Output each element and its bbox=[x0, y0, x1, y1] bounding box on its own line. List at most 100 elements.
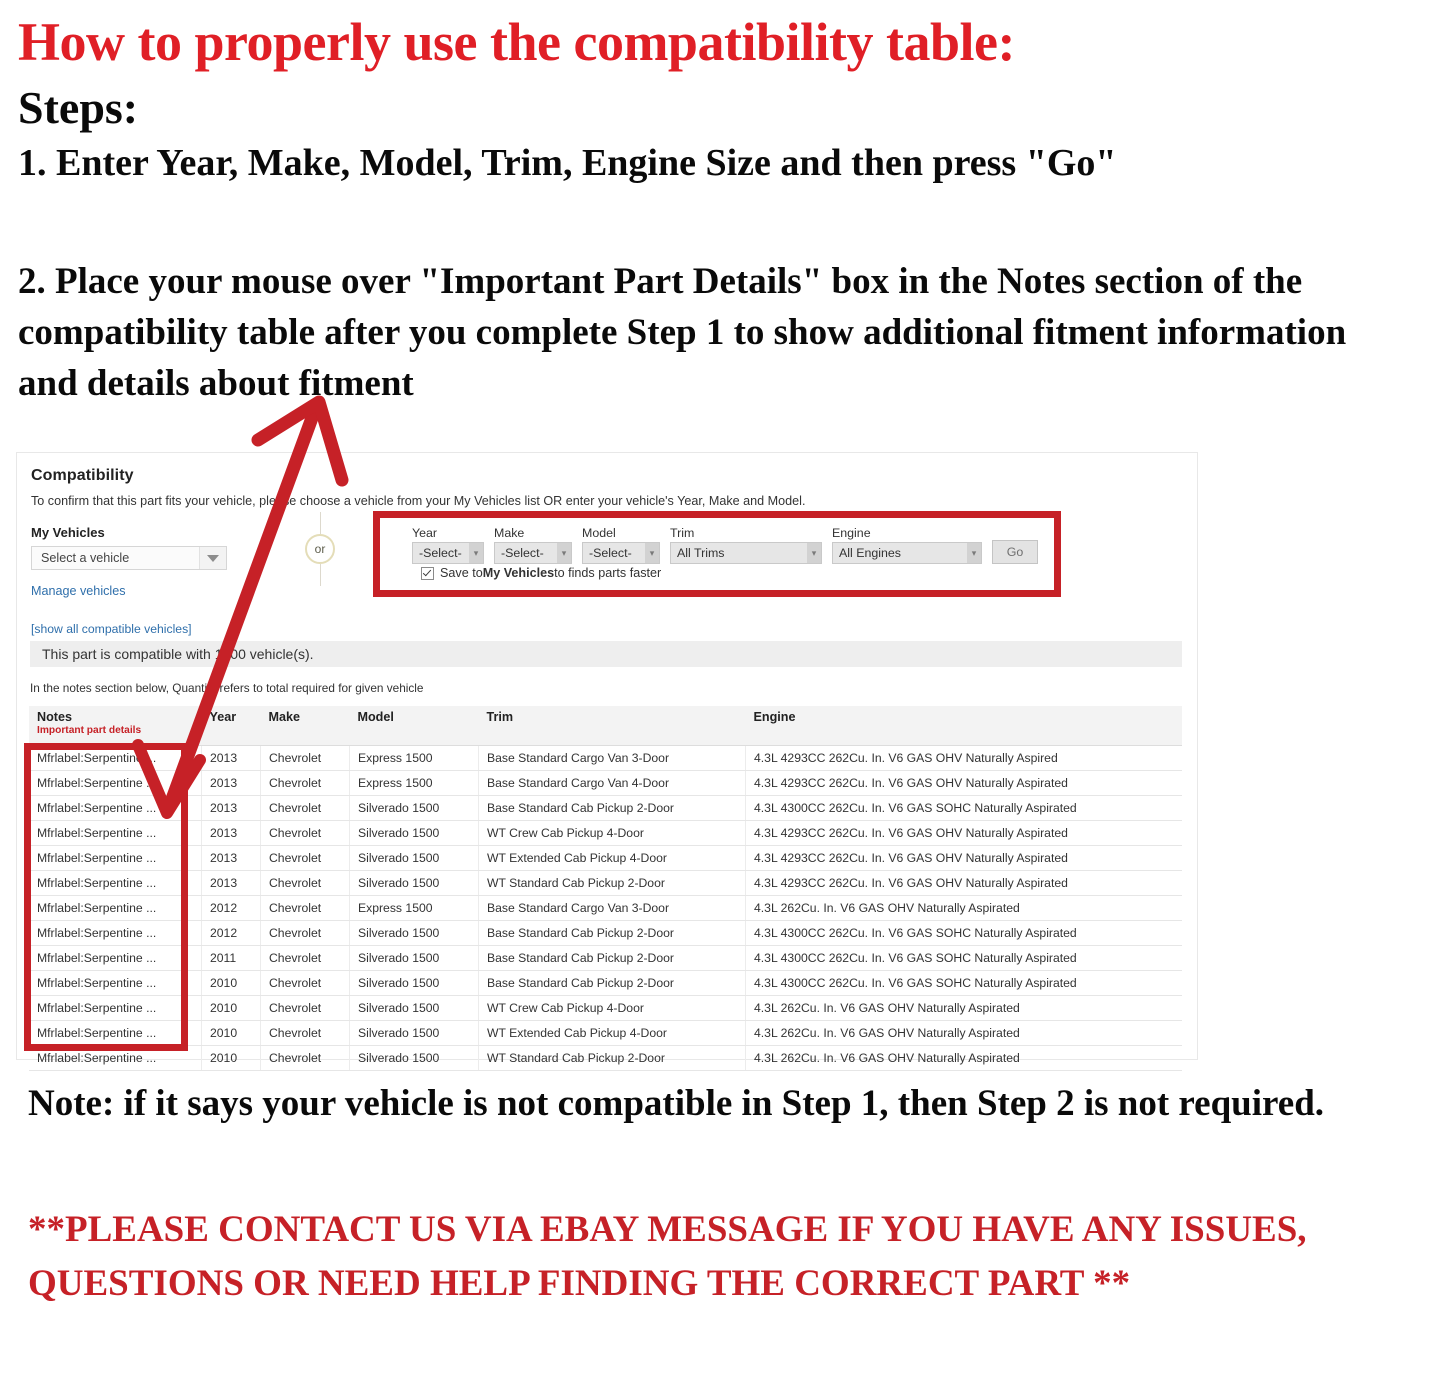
cell-trim: Base Standard Cargo Van 3-Door bbox=[478, 895, 746, 921]
table-row: Mfrlabel:Serpentine ... 2013 Chevrolet Silv… bbox=[29, 870, 1182, 896]
table-row: Mfrlabel:Serpentine ... 2011 Chevrolet Silv… bbox=[29, 945, 1182, 971]
cell-notes[interactable]: Mfrlabel:Serpentine ... bbox=[29, 745, 202, 771]
or-divider-label: or bbox=[305, 534, 335, 564]
engine-select[interactable]: All Engines ▾ bbox=[832, 542, 982, 564]
table-row: Mfrlabel:Serpentine ... 2010 Chevrolet Silv… bbox=[29, 1045, 1182, 1071]
column-header-trim: Trim bbox=[478, 706, 746, 746]
cell-year: 2010 bbox=[201, 970, 261, 996]
cell-notes[interactable]: Mfrlabel:Serpentine ... bbox=[29, 970, 202, 996]
cell-model: Silverado 1500 bbox=[349, 995, 479, 1021]
cell-trim: Base Standard Cab Pickup 2-Door bbox=[478, 970, 746, 996]
cell-year: 2010 bbox=[201, 995, 261, 1021]
cell-model: Silverado 1500 bbox=[349, 945, 479, 971]
instructions-header: How to properly use the compatibility ta… bbox=[18, 12, 1418, 184]
column-header-engine: Engine bbox=[745, 706, 1182, 746]
cell-notes[interactable]: Mfrlabel:Serpentine ... bbox=[29, 945, 202, 971]
table-row: Mfrlabel:Serpentine ... 2010 Chevrolet Silv… bbox=[29, 970, 1182, 996]
go-button[interactable]: Go bbox=[992, 540, 1038, 564]
cell-make: Chevrolet bbox=[260, 745, 350, 771]
cell-notes[interactable]: Mfrlabel:Serpentine ... bbox=[29, 895, 202, 921]
cell-make: Chevrolet bbox=[260, 820, 350, 846]
compatibility-count-banner: This part is compatible with 1000 vehicl… bbox=[30, 641, 1182, 667]
cell-year: 2013 bbox=[201, 745, 261, 771]
cell-notes[interactable]: Mfrlabel:Serpentine ... bbox=[29, 1045, 202, 1071]
page-title: How to properly use the compatibility ta… bbox=[18, 12, 1015, 72]
trim-field: Trim All Trims ▾ bbox=[670, 526, 822, 564]
compatibility-subtitle: To confirm that this part fits your vehi… bbox=[31, 494, 806, 508]
compatibility-heading: Compatibility bbox=[31, 467, 134, 484]
column-header-make: Make bbox=[260, 706, 350, 746]
cell-make: Chevrolet bbox=[260, 770, 350, 796]
table-row: Mfrlabel:Serpentine ... 2013 Chevrolet Silv… bbox=[29, 845, 1182, 871]
table-row: Mfrlabel:Serpentine ... 2012 Chevrolet Silv… bbox=[29, 920, 1182, 946]
cell-notes[interactable]: Mfrlabel:Serpentine ... bbox=[29, 845, 202, 871]
cell-make: Chevrolet bbox=[260, 995, 350, 1021]
show-all-compatible-vehicles-link[interactable]: [show all compatible vehicles] bbox=[31, 622, 1197, 636]
cell-notes[interactable]: Mfrlabel:Serpentine ... bbox=[29, 820, 202, 846]
cell-model: Silverado 1500 bbox=[349, 820, 479, 846]
cell-make: Chevrolet bbox=[260, 870, 350, 896]
cell-trim: Base Standard Cab Pickup 2-Door bbox=[478, 920, 746, 946]
cell-model: Express 1500 bbox=[349, 770, 479, 796]
cell-notes[interactable]: Mfrlabel:Serpentine ... bbox=[29, 770, 202, 796]
cell-model: Silverado 1500 bbox=[349, 1020, 479, 1046]
cell-trim: Base Standard Cargo Van 3-Door bbox=[478, 745, 746, 771]
cell-year: 2012 bbox=[201, 895, 261, 921]
cell-make: Chevrolet bbox=[260, 1045, 350, 1071]
cell-notes[interactable]: Mfrlabel:Serpentine ... bbox=[29, 795, 202, 821]
compatibility-table: Notes Important part details Year Make M… bbox=[29, 706, 1182, 1071]
cell-engine: 4.3L 262Cu. In. V6 GAS OHV Naturally Asp… bbox=[745, 895, 1182, 921]
year-select[interactable]: -Select- ▾ bbox=[412, 542, 484, 564]
cell-model: Express 1500 bbox=[349, 895, 479, 921]
make-select[interactable]: -Select- ▾ bbox=[494, 542, 572, 564]
cell-notes[interactable]: Mfrlabel:Serpentine ... bbox=[29, 870, 202, 896]
cell-year: 2010 bbox=[201, 1020, 261, 1046]
step-2-text: 2. Place your mouse over "Important Part… bbox=[18, 261, 1347, 405]
cell-make: Chevrolet bbox=[260, 970, 350, 996]
cell-year: 2011 bbox=[201, 945, 261, 971]
cell-year: 2012 bbox=[201, 920, 261, 946]
vehicle-select-dropdown[interactable]: Select a vehicle bbox=[31, 546, 227, 570]
cell-notes[interactable]: Mfrlabel:Serpentine ... bbox=[29, 920, 202, 946]
engine-label: Engine bbox=[832, 526, 871, 540]
model-select[interactable]: -Select- ▾ bbox=[582, 542, 660, 564]
cell-engine: 4.3L 4300CC 262Cu. In. V6 GAS SOHC Natur… bbox=[745, 970, 1182, 996]
cell-engine: 4.3L 4300CC 262Cu. In. V6 GAS SOHC Natur… bbox=[745, 795, 1182, 821]
table-row: Mfrlabel:Serpentine ... 2012 Chevrolet Expr… bbox=[29, 895, 1182, 921]
cell-notes[interactable]: Mfrlabel:Serpentine ... bbox=[29, 995, 202, 1021]
cell-trim: WT Extended Cab Pickup 4-Door bbox=[478, 845, 746, 871]
table-row: Mfrlabel:Serpentine ... 2010 Chevrolet Silv… bbox=[29, 995, 1182, 1021]
save-to-my-vehicles-row[interactable]: Save to My Vehicles to finds parts faste… bbox=[421, 566, 661, 580]
make-label: Make bbox=[494, 526, 525, 540]
cell-trim: Base Standard Cab Pickup 2-Door bbox=[478, 795, 746, 821]
vehicle-select-value: Select a vehicle bbox=[41, 551, 130, 565]
cell-engine: 4.3L 4293CC 262Cu. In. V6 GAS OHV Natura… bbox=[745, 770, 1182, 796]
step-1-text: 1. Enter Year, Make, Model, Trim, Engine… bbox=[18, 141, 1117, 184]
cell-trim: WT Extended Cab Pickup 4-Door bbox=[478, 1020, 746, 1046]
table-row: Mfrlabel:Serpentine ... 2013 Chevrolet Expr… bbox=[29, 770, 1182, 796]
cell-notes[interactable]: Mfrlabel:Serpentine ... bbox=[29, 1020, 202, 1046]
table-row: Mfrlabel:Serpentine ... 2013 Chevrolet Silv… bbox=[29, 795, 1182, 821]
chevron-down-icon bbox=[199, 547, 226, 569]
cell-year: 2013 bbox=[201, 770, 261, 796]
table-row: Mfrlabel:Serpentine ... 2013 Chevrolet Silv… bbox=[29, 820, 1182, 846]
chevron-down-icon: ▾ bbox=[967, 543, 981, 563]
column-header-year: Year bbox=[201, 706, 261, 746]
chevron-down-icon: ▾ bbox=[557, 543, 571, 563]
cell-model: Express 1500 bbox=[349, 745, 479, 771]
cell-trim: Base Standard Cargo Van 4-Door bbox=[478, 770, 746, 796]
make-field: Make -Select- ▾ bbox=[494, 526, 572, 564]
cell-make: Chevrolet bbox=[260, 945, 350, 971]
cell-engine: 4.3L 4293CC 262Cu. In. V6 GAS OHV Natura… bbox=[745, 870, 1182, 896]
save-to-my-vehicles-checkbox[interactable] bbox=[421, 566, 434, 580]
engine-field: Engine All Engines ▾ bbox=[832, 526, 982, 564]
table-row: Mfrlabel:Serpentine ... 2013 Chevrolet Expr… bbox=[29, 745, 1182, 771]
save-text-after: to finds parts faster bbox=[554, 566, 662, 580]
notes-quantity-hint: In the notes section below, Quantity ref… bbox=[30, 681, 424, 695]
table-header-row: Notes Important part details Year Make M… bbox=[29, 706, 1182, 746]
cell-engine: 4.3L 262Cu. In. V6 GAS OHV Naturally Asp… bbox=[745, 1020, 1182, 1046]
cell-make: Chevrolet bbox=[260, 920, 350, 946]
column-header-notes-label: Notes bbox=[37, 710, 72, 724]
cell-model: Silverado 1500 bbox=[349, 845, 479, 871]
trim-select[interactable]: All Trims ▾ bbox=[670, 542, 822, 564]
